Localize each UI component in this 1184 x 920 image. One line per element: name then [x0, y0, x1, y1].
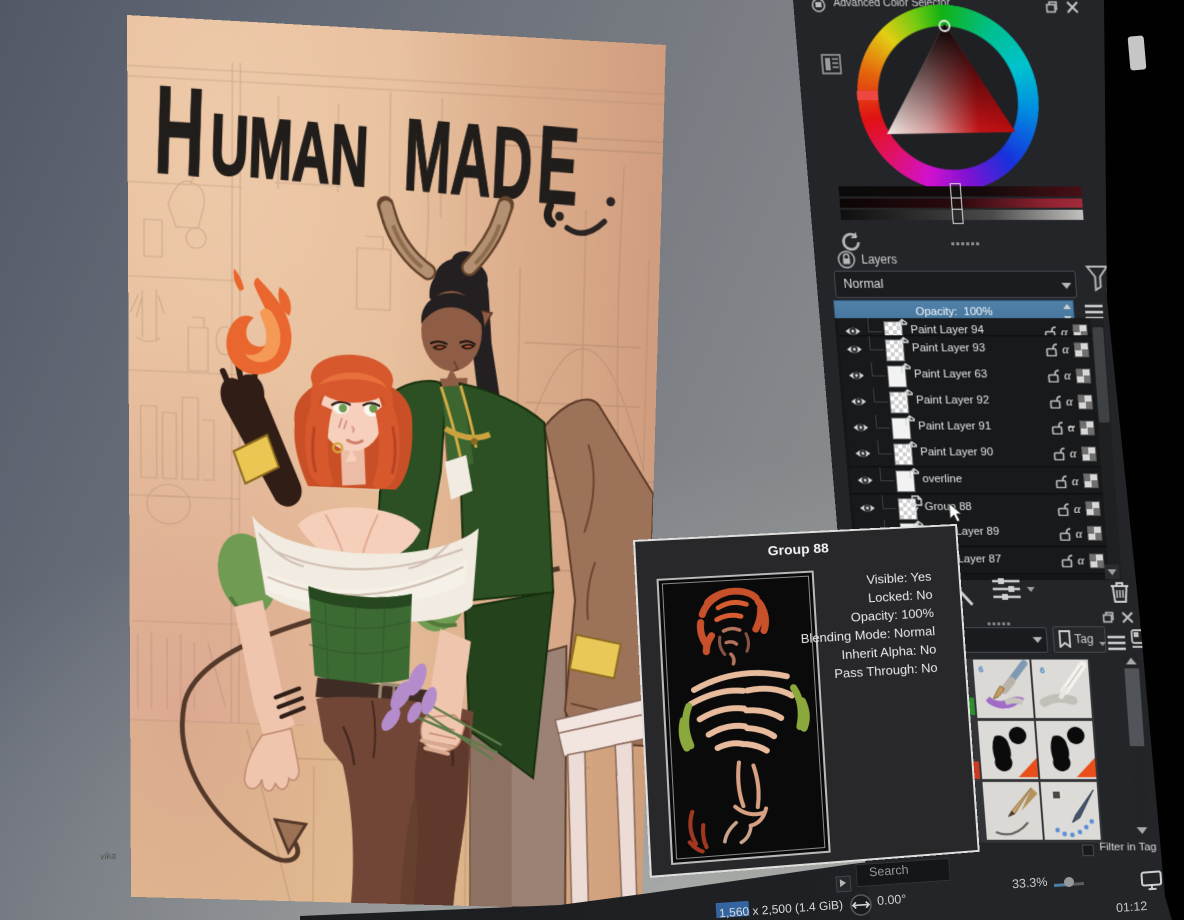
- svg-text:UMAN: UMAN: [209, 96, 370, 204]
- svg-text:MAD: MAD: [402, 97, 536, 222]
- svg-text:E: E: [534, 102, 582, 228]
- svg-text:6: 6: [1039, 666, 1045, 676]
- svg-text:H: H: [152, 58, 207, 204]
- svg-text:6: 6: [978, 665, 984, 675]
